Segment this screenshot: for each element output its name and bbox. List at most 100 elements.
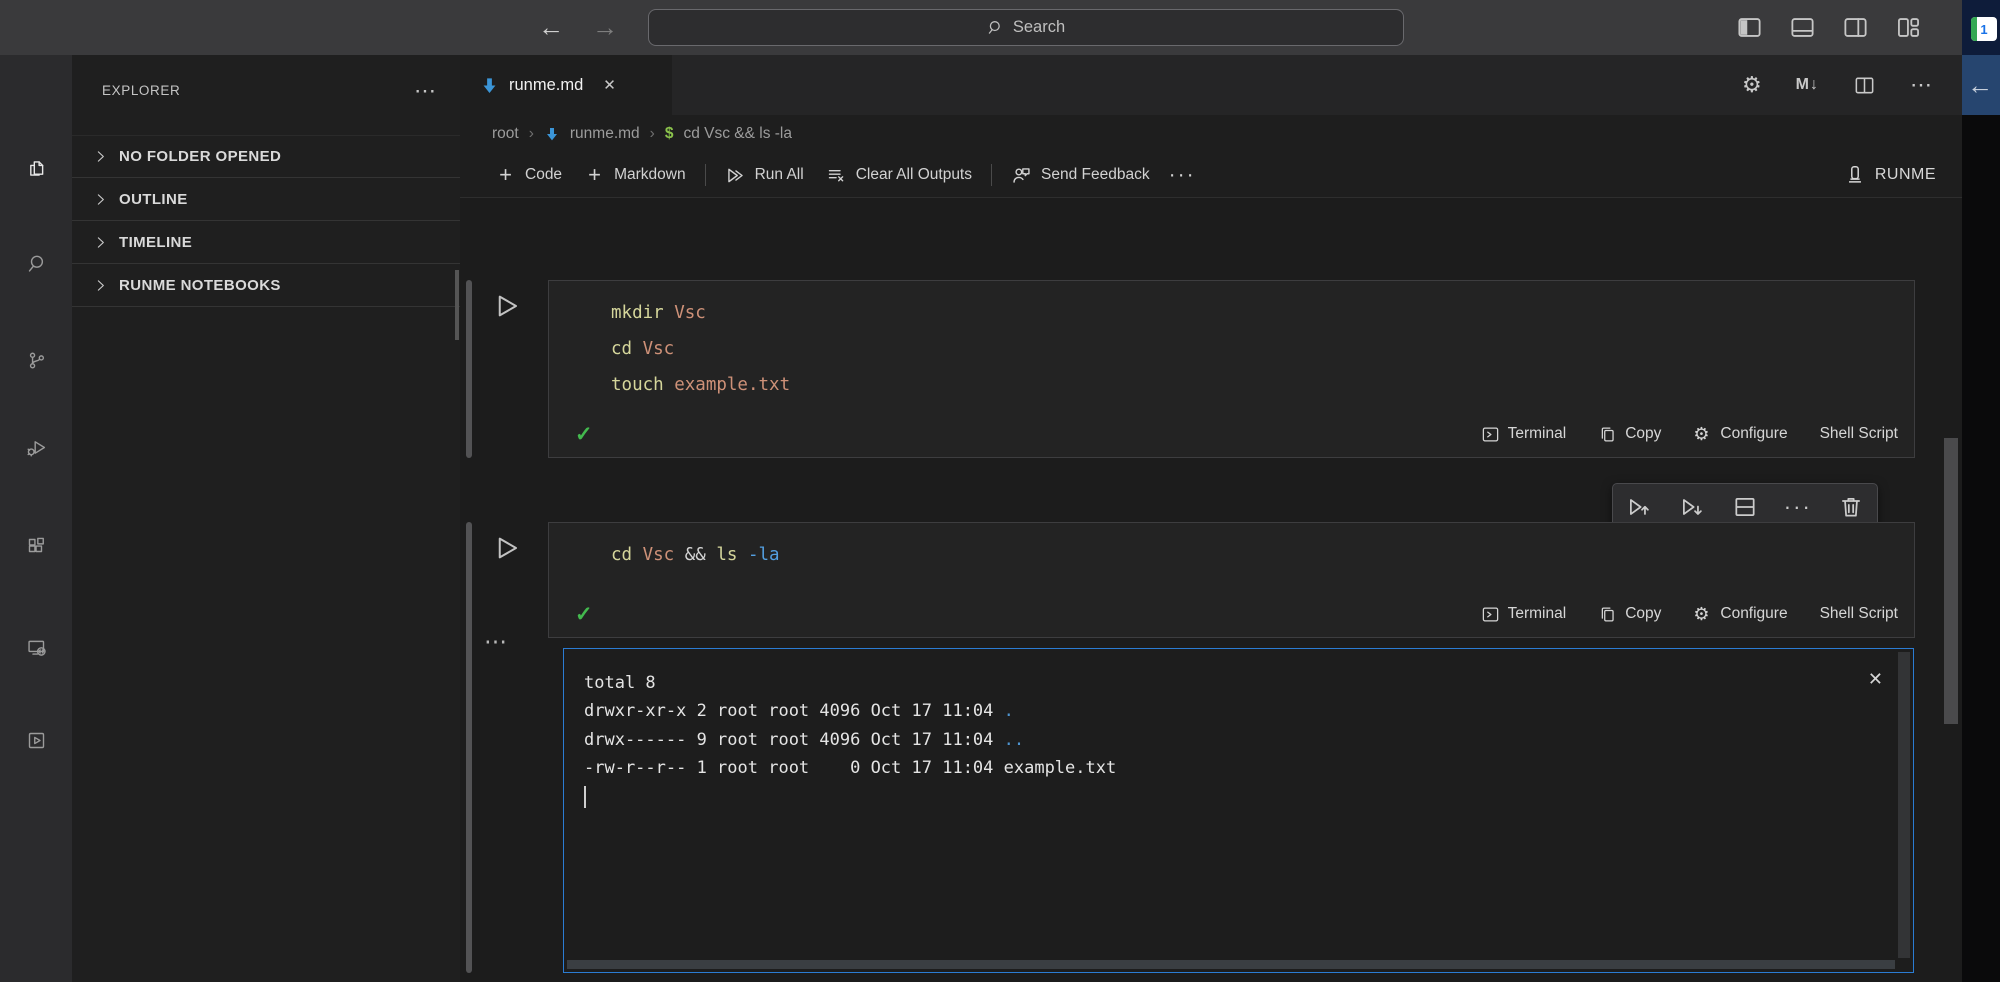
command-center-search[interactable]: Search xyxy=(648,9,1404,46)
layout-panel-button[interactable] xyxy=(1789,14,1816,41)
markdown-preview-button[interactable]: M↓ xyxy=(1796,76,1819,94)
runme-logo-icon xyxy=(1844,164,1866,186)
sidebar-section-runme-notebooks[interactable]: RUNME NOTEBOOKS xyxy=(72,264,460,307)
sidebar-section-outline[interactable]: OUTLINE xyxy=(72,178,460,221)
runme-file-icon xyxy=(480,76,499,95)
cell-action-label: Shell Script xyxy=(1820,425,1898,443)
cell-action-label: Copy xyxy=(1625,425,1661,443)
output-horizontal-scrollbar[interactable] xyxy=(567,960,1895,969)
run-below-button[interactable] xyxy=(1679,494,1705,520)
remote-icon xyxy=(26,637,47,658)
split-editor-icon[interactable] xyxy=(1853,74,1876,97)
toolbar-markdown-button[interactable]: +Markdown xyxy=(573,165,697,186)
activity-run-and-debug[interactable] xyxy=(16,427,56,467)
success-check-icon: ✓ xyxy=(575,602,593,627)
activity-search[interactable] xyxy=(16,243,56,283)
toolbar-label: Run All xyxy=(755,166,804,184)
cell-action-terminal[interactable]: Terminal xyxy=(1481,425,1567,444)
calendar-icon: 1 xyxy=(1971,17,1997,41)
code-line[interactable]: cd Vsc && ls -la xyxy=(611,537,1914,573)
breadcrumb-file[interactable]: runme.md xyxy=(570,125,640,143)
code-cell[interactable]: mkdir Vsccd Vsctouch example.txt ✓ Termi… xyxy=(548,280,1915,458)
output-more-button[interactable]: ⋯ xyxy=(484,628,509,655)
neighbor-editor-area xyxy=(1962,115,2000,982)
layout-custom-button[interactable] xyxy=(1895,14,1922,41)
notebook-cells-area: mkdir Vsccd Vsctouch example.txt ✓ Termi… xyxy=(460,198,1962,982)
split-cell-button[interactable] xyxy=(1732,494,1758,520)
activity-extensions[interactable] xyxy=(16,526,56,566)
activity-remote-explorer[interactable] xyxy=(16,627,56,667)
activity-explorer[interactable] xyxy=(16,148,56,188)
extensions-icon xyxy=(26,536,47,557)
run-cell-button[interactable] xyxy=(490,290,522,322)
output-line: total 8 xyxy=(584,669,1873,697)
editor-more-button[interactable]: ⋯ xyxy=(1910,72,1934,98)
runme-icon xyxy=(26,730,47,751)
toolbar-separator xyxy=(705,164,706,186)
run-cell-button[interactable] xyxy=(490,532,522,564)
gear-icon: ⚙ xyxy=(1693,425,1712,444)
output-line: drwx------ 9 root root 4096 Oct 17 11:04… xyxy=(584,726,1873,754)
run-above-button[interactable] xyxy=(1626,494,1652,520)
editor-scrollbar[interactable] xyxy=(1944,438,1958,724)
cell-output-terminal[interactable]: total 8drwxr-xr-x 2 root root 4096 Oct 1… xyxy=(563,648,1914,973)
copy-icon xyxy=(1598,425,1617,444)
code-cell[interactable]: cd Vsc && ls -la ✓ Terminal Copy ⚙Configur… xyxy=(548,522,1915,638)
cell-action-configure[interactable]: ⚙Configure xyxy=(1693,605,1787,624)
breadcrumb-separator: › xyxy=(650,125,655,143)
toolbar-code-button[interactable]: + Code xyxy=(484,165,573,186)
toolbar-clear-all-outputs-button[interactable]: Clear All Outputs xyxy=(815,165,983,186)
cell-action-copy[interactable]: Copy xyxy=(1598,425,1661,444)
code-line[interactable]: cd Vsc xyxy=(611,331,1914,367)
sidebar-section-no-folder-opened[interactable]: NO FOLDER OPENED xyxy=(72,135,460,178)
cell-action-configure[interactable]: ⚙Configure xyxy=(1693,425,1787,444)
cell-code[interactable]: cd Vsc && ls -la xyxy=(549,523,1914,573)
cell-action-shell-script[interactable]: Shell Script xyxy=(1820,425,1898,443)
cell-focus-bar xyxy=(466,522,472,973)
cell-action-shell-script[interactable]: Shell Script xyxy=(1820,605,1898,623)
code-line[interactable]: mkdir Vsc xyxy=(611,295,1914,331)
toolbar-more-button[interactable]: ··· xyxy=(1161,165,1204,186)
section-label: OUTLINE xyxy=(119,191,188,208)
feedback-icon xyxy=(1011,165,1032,186)
tab-runme-md[interactable]: runme.md ✕ xyxy=(460,55,672,115)
plus-icon: + xyxy=(495,165,516,186)
sidebar-scrollbar[interactable] xyxy=(455,270,459,340)
toolbar-label: Code xyxy=(525,166,562,184)
tab-bar: runme.md ✕ ⚙ M↓ ⋯ xyxy=(460,55,1962,115)
cell-action-label: Terminal xyxy=(1508,425,1567,443)
more-button[interactable]: ··· xyxy=(1785,494,1811,520)
tab-close-button[interactable]: ✕ xyxy=(603,76,616,94)
breadcrumb-root[interactable]: root xyxy=(492,125,519,143)
toolbar-run-all-button[interactable]: Run All xyxy=(714,165,815,186)
cell-code[interactable]: mkdir Vsccd Vsctouch example.txt xyxy=(549,281,1914,403)
copy-icon xyxy=(1598,605,1617,624)
gear-icon[interactable]: ⚙ xyxy=(1742,72,1762,98)
toolbar-label: Send Feedback xyxy=(1041,166,1150,184)
breadcrumb-prompt: $ xyxy=(665,125,674,143)
explorer-sidebar: EXPLORER ⋯ NO FOLDER OPENEDOUTLINETIMELI… xyxy=(72,55,460,982)
output-vertical-scrollbar[interactable] xyxy=(1898,652,1910,958)
cell-action-label: Terminal xyxy=(1508,605,1567,623)
search-icon xyxy=(987,19,1004,36)
cell-action-copy[interactable]: Copy xyxy=(1598,605,1661,624)
activity-runme[interactable] xyxy=(16,720,56,760)
layout-controls xyxy=(1736,0,1922,55)
code-line[interactable]: touch example.txt xyxy=(611,367,1914,403)
history-back-button[interactable]: ← xyxy=(538,12,564,43)
sidebar-more-button[interactable]: ⋯ xyxy=(414,86,438,96)
breadcrumb-command[interactable]: cd Vsc && ls -la xyxy=(683,125,792,143)
trash-button[interactable] xyxy=(1838,494,1864,520)
layout-sidebar-left-button[interactable] xyxy=(1736,14,1763,41)
cell-action-terminal[interactable]: Terminal xyxy=(1481,605,1567,624)
toolbar-send-feedback-button[interactable]: Send Feedback xyxy=(1000,165,1161,186)
neighbor-window-edge: 1 ← xyxy=(1962,0,2000,982)
activity-source-control[interactable] xyxy=(16,340,56,380)
cell-action-label: Configure xyxy=(1720,605,1787,623)
history-forward-button[interactable]: → xyxy=(592,12,618,43)
layout-sidebar-right-button[interactable] xyxy=(1842,14,1869,41)
close-output-icon[interactable]: ✕ xyxy=(1868,669,1883,690)
sidebar-section-timeline[interactable]: TIMELINE xyxy=(72,221,460,264)
clear-outputs-icon xyxy=(826,165,847,186)
neighbor-back-strip[interactable]: ← xyxy=(1962,55,2000,115)
